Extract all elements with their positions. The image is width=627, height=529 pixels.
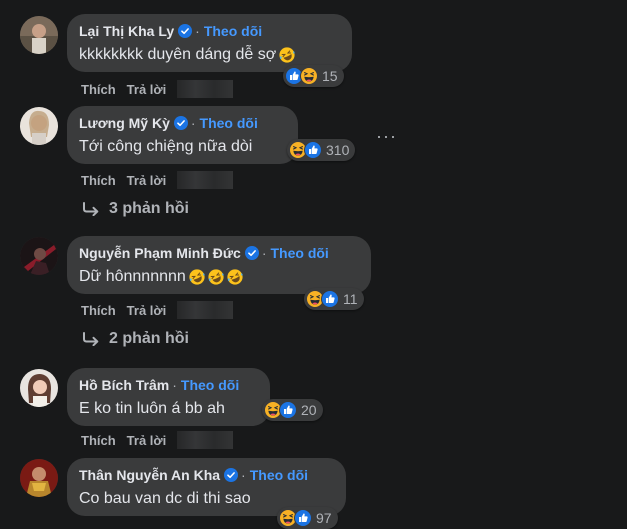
comment-actions: Thích Trả lời — [81, 431, 244, 449]
follow-link[interactable]: Theo dõi — [181, 377, 239, 393]
comment-text: Tới công chiệng nữa dòi — [79, 138, 253, 155]
verified-badge-icon — [174, 116, 188, 130]
like-action[interactable]: Thích — [81, 82, 116, 97]
blurred-timestamp — [177, 431, 234, 449]
reaction-summary[interactable]: 97 — [277, 507, 338, 529]
view-replies[interactable]: 2 phản hồi — [82, 330, 189, 348]
separator-dot: · — [172, 377, 177, 393]
reply-action[interactable]: Trả lời — [127, 433, 167, 448]
view-replies[interactable]: 3 phản hồi — [82, 200, 189, 218]
separator-dot: · — [190, 115, 196, 131]
reply-action[interactable]: Trả lời — [127, 173, 167, 188]
reaction-summary[interactable]: 15 — [283, 65, 344, 87]
reply-action[interactable]: Trả lời — [127, 303, 167, 318]
reaction-count: 15 — [322, 68, 338, 84]
comment-text: kkkkkkkk duyên dáng dễ sợ — [79, 45, 340, 65]
rofl-emoji-icon — [208, 269, 224, 285]
avatar[interactable] — [20, 237, 58, 275]
comment-actions: Thích Trả lời — [81, 80, 244, 98]
reply-arrow-icon — [82, 332, 100, 346]
like-action[interactable]: Thích — [81, 173, 116, 188]
comment-bubble: Lại Thị Kha Ly · Theo dõi kkkkkkkk duyên… — [67, 14, 352, 72]
rofl-emoji-icon — [189, 269, 205, 285]
comment-text: Co bau van dc di thi sao — [79, 490, 251, 507]
reaction-summary[interactable]: 310 — [287, 139, 356, 161]
like-reaction-icon — [304, 141, 322, 159]
like-reaction-icon — [279, 401, 297, 419]
commenter-name[interactable]: Lại Thị Kha Ly — [79, 23, 174, 39]
comment-text: Dữ hônnnnnnn — [79, 267, 359, 287]
like-reaction-icon — [321, 290, 339, 308]
reaction-summary[interactable]: 11 — [304, 288, 364, 310]
reply-action[interactable]: Trả lời — [127, 82, 167, 97]
reaction-count: 20 — [301, 402, 317, 418]
comment-actions: Thích Trả lời — [81, 171, 244, 189]
commenter-name[interactable]: Nguyễn Phạm Minh Đức — [79, 245, 241, 261]
reaction-count: 97 — [316, 510, 332, 526]
reaction-summary[interactable]: 20 — [262, 399, 323, 421]
commenter-name[interactable]: Thân Nguyễn An Kha — [79, 467, 220, 483]
more-options-icon[interactable]: ··· — [376, 126, 397, 147]
verified-badge-icon — [224, 468, 238, 482]
reaction-count: 11 — [343, 291, 358, 307]
follow-link[interactable]: Theo dõi — [204, 23, 262, 39]
reaction-count: 310 — [326, 142, 350, 158]
comment-text: E ko tin luôn á bb ah — [79, 400, 225, 417]
reply-arrow-icon — [82, 202, 100, 216]
comment-bubble: Nguyễn Phạm Minh Đức · Theo dõi Dữ hônnn… — [67, 236, 371, 294]
verified-badge-icon — [178, 24, 192, 38]
avatar[interactable] — [20, 459, 58, 497]
follow-link[interactable]: Theo dõi — [200, 115, 258, 131]
blurred-timestamp — [177, 171, 234, 189]
commenter-name[interactable]: Hồ Bích Trâm — [79, 377, 169, 393]
comment-bubble: Lương Mỹ Kỳ · Theo dõi Tới công chiệng n… — [67, 106, 298, 164]
comment-bubble: Hồ Bích Trâm · Theo dõi E ko tin luôn á … — [67, 368, 270, 426]
separator-dot: · — [195, 23, 200, 39]
avatar[interactable] — [20, 107, 58, 145]
replies-count: 2 phản hồi — [109, 330, 189, 347]
rofl-emoji-icon — [227, 269, 243, 285]
blurred-timestamp — [177, 80, 234, 98]
avatar[interactable] — [20, 16, 58, 54]
comment-actions: Thích Trả lời — [81, 301, 244, 319]
like-action[interactable]: Thích — [81, 303, 116, 318]
rofl-emoji-icon — [279, 47, 295, 63]
like-action[interactable]: Thích — [81, 433, 116, 448]
blurred-timestamp — [177, 301, 234, 319]
separator-dot: · — [241, 467, 246, 483]
separator-dot: · — [261, 245, 267, 261]
avatar[interactable] — [20, 369, 58, 407]
commenter-name[interactable]: Lương Mỹ Kỳ — [79, 115, 170, 131]
follow-link[interactable]: Theo dõi — [250, 467, 308, 483]
verified-badge-icon — [245, 246, 259, 260]
like-reaction-icon — [294, 509, 312, 527]
haha-reaction-icon — [300, 67, 318, 85]
replies-count: 3 phản hồi — [109, 200, 189, 217]
follow-link[interactable]: Theo dõi — [271, 245, 329, 261]
